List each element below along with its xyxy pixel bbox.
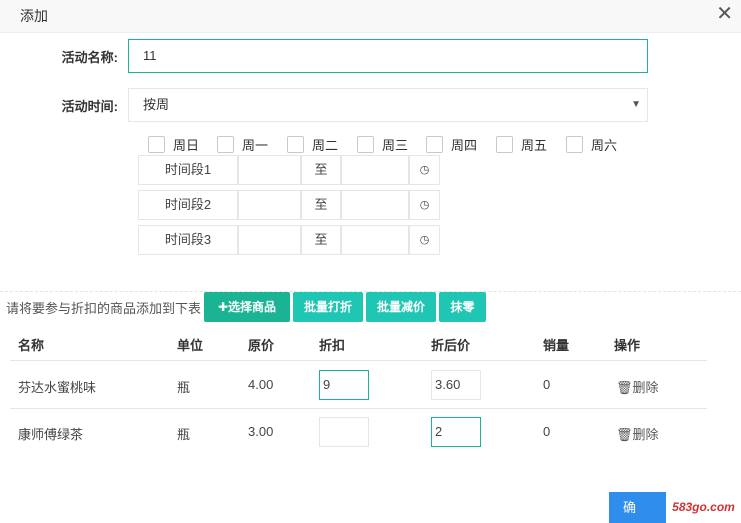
row-sales: 0 [543, 424, 551, 439]
time-slot-end-input[interactable] [341, 155, 409, 185]
weekday-label: 周日 [173, 138, 200, 153]
col-sales-header: 销量 [543, 338, 570, 353]
time-slot-label: 时间段1 [138, 155, 238, 185]
dialog-titlebar: 添加 ✕ [0, 0, 741, 33]
time-slot-label: 时间段3 [138, 225, 238, 255]
weekday-checkbox-sun[interactable]: 周日 [148, 135, 199, 154]
weekday-checkbox-thu[interactable]: 周四 [426, 135, 477, 154]
delete-label: 删除 [632, 427, 659, 442]
weekday-label: 周二 [312, 138, 339, 153]
discount-input[interactable] [319, 417, 369, 447]
time-slot-to: 至 [301, 155, 341, 185]
product-hint: 请将要参与折扣的商品添加到下表 [6, 301, 202, 316]
row-price: 4.00 [248, 377, 274, 392]
time-slot-to: 至 [301, 190, 341, 220]
close-icon[interactable]: ✕ [716, 4, 733, 24]
col-action-header: 操作 [614, 338, 641, 353]
batch-reduce-button[interactable]: 批量减价 [366, 292, 436, 322]
dialog-title: 添加 [20, 8, 48, 24]
time-slot-start-input[interactable] [238, 225, 301, 255]
after-price-input[interactable]: 2 [431, 417, 481, 447]
watermark: 583go.com [666, 492, 741, 523]
col-unit-header: 单位 [177, 338, 204, 353]
clock-icon[interactable]: ◷ [409, 190, 440, 220]
select-goods-button[interactable]: ✚选择商品 [204, 292, 290, 322]
col-name-header: 名称 [18, 338, 45, 353]
row-unit: 瓶 [177, 380, 191, 395]
checkbox-box[interactable] [217, 136, 234, 153]
weekday-label: 周三 [382, 138, 409, 153]
trash-icon: 🗑 [616, 427, 633, 442]
activity-name-value: 11 [143, 48, 157, 63]
weekday-label: 周一 [242, 138, 269, 153]
activity-time-select[interactable]: 按周 ▼ [128, 88, 648, 122]
checkbox-box[interactable] [426, 136, 443, 153]
col-discount-header: 折扣 [319, 338, 346, 353]
table-divider [10, 360, 707, 361]
weekday-checkbox-mon[interactable]: 周一 [217, 135, 268, 154]
round-button[interactable]: 抹零 [439, 292, 486, 322]
weekday-checkbox-wed[interactable]: 周三 [357, 135, 408, 154]
weekday-label: 周六 [591, 138, 618, 153]
checkbox-box[interactable] [496, 136, 513, 153]
trash-icon: 🗑 [616, 380, 633, 395]
weekday-checkbox-tue[interactable]: 周二 [287, 135, 338, 154]
clock-icon[interactable]: ◷ [409, 225, 440, 255]
time-slot-end-input[interactable] [341, 190, 409, 220]
confirm-button[interactable]: 确 [609, 492, 669, 523]
delete-button[interactable]: 🗑删除 [616, 377, 659, 396]
checkbox-box[interactable] [357, 136, 374, 153]
checkbox-box[interactable] [148, 136, 165, 153]
time-slot-start-input[interactable] [238, 190, 301, 220]
weekday-label: 周五 [521, 138, 548, 153]
delete-button[interactable]: 🗑删除 [616, 424, 659, 443]
time-slot-start-input[interactable] [238, 155, 301, 185]
clock-icon[interactable]: ◷ [409, 155, 440, 185]
row-price: 3.00 [248, 424, 274, 439]
checkbox-box[interactable] [287, 136, 304, 153]
after-price-input[interactable]: 3.60 [431, 370, 481, 400]
col-price-header: 原价 [248, 338, 275, 353]
row-name: 康师傅绿茶 [18, 427, 84, 442]
time-slot-to: 至 [301, 225, 341, 255]
discount-input[interactable]: 9 [319, 370, 369, 400]
batch-discount-button[interactable]: 批量打折 [293, 292, 363, 322]
dropdown-arrow-icon: ▼ [631, 99, 641, 110]
delete-label: 删除 [632, 380, 659, 395]
weekday-checkbox-sat[interactable]: 周六 [566, 135, 617, 154]
activity-time-value: 按周 [143, 97, 170, 112]
col-after-header: 折后价 [431, 338, 471, 353]
weekday-label: 周四 [451, 138, 478, 153]
table-divider [10, 408, 707, 409]
row-unit: 瓶 [177, 427, 191, 442]
activity-time-label: 活动时间: [61, 99, 118, 114]
weekday-checkbox-fri[interactable]: 周五 [496, 135, 547, 154]
time-slot-end-input[interactable] [341, 225, 409, 255]
time-slot-label: 时间段2 [138, 190, 238, 220]
checkbox-box[interactable] [566, 136, 583, 153]
row-name: 芬达水蜜桃味 [18, 380, 97, 395]
activity-name-label: 活动名称: [61, 50, 118, 65]
row-sales: 0 [543, 377, 551, 392]
activity-name-input[interactable]: 11 [128, 39, 648, 73]
